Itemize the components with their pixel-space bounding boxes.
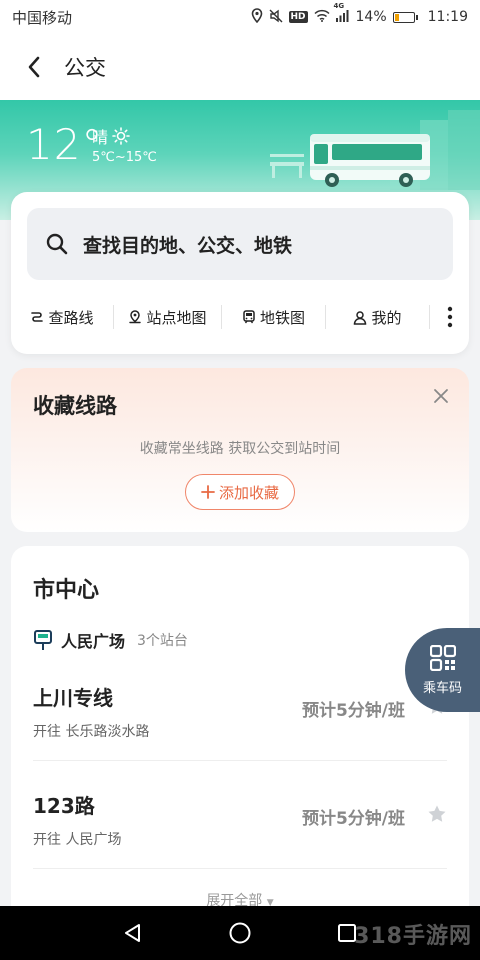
search-icon <box>46 233 68 255</box>
quick-link-route[interactable]: 查路线 <box>11 305 113 329</box>
route-eta: 预计5分钟/班 <box>301 809 405 829</box>
favorites-card: 收藏线路 收藏常坐线路 获取公交到站时间 添加收藏 <box>11 368 469 532</box>
page-title: 公交 <box>64 56 106 80</box>
favorites-hint: 收藏常坐线路 获取公交到站时间 <box>139 441 341 457</box>
quick-link-label: 我的 <box>371 308 402 327</box>
nav-back-button[interactable] <box>113 913 153 953</box>
plus-icon <box>201 485 215 499</box>
watermark: 318手游网 <box>354 924 472 949</box>
clock: 11:19 <box>427 9 468 25</box>
quick-link-label: 地铁图 <box>259 308 305 327</box>
route-item[interactable]: 123路 开往 人民广场 预计5分钟/班 <box>33 790 447 849</box>
route-destination: 开往 长乐路淡水路 <box>33 724 150 740</box>
qr-code-icon <box>429 644 456 671</box>
more-vertical-icon <box>447 306 452 328</box>
route-icon <box>31 312 44 322</box>
quick-link-mine[interactable]: 我的 <box>325 305 429 329</box>
search-placeholder: 查找目的地、公交、地铁 <box>83 234 293 257</box>
quick-link-subway-map[interactable]: 地铁图 <box>221 305 325 329</box>
station-header[interactable]: 人民广场 3个站台 <box>33 628 188 652</box>
add-favorite-label: 添加收藏 <box>218 483 279 502</box>
favorites-title: 收藏线路 <box>33 394 117 418</box>
nearby-card: 市中心 人民广场 3个站台 上川专线 开往 长乐路淡水路 预计5分钟/班 123… <box>11 546 469 926</box>
status-bar: 中国移动 HD 4G 14% 11:19 <box>0 0 480 34</box>
signal-icon: 4G <box>334 3 350 25</box>
nav-home-button[interactable] <box>220 913 260 953</box>
quick-links: 查路线 站点地图 地铁图 我的 <box>11 300 469 334</box>
battery-icon <box>392 11 418 23</box>
divider <box>33 760 447 761</box>
divider <box>33 868 447 869</box>
weather-condition: 晴 <box>92 124 130 148</box>
quick-link-label: 查路线 <box>48 308 94 327</box>
station-name: 人民广场 <box>61 632 126 651</box>
close-button[interactable] <box>431 386 451 406</box>
status-icons: HD 4G 14% 11:19 <box>251 3 468 26</box>
app-header: 公交 <box>0 34 480 100</box>
station-count: 3个站台 <box>137 633 188 649</box>
area-title: 市中心 <box>33 578 100 603</box>
person-icon <box>354 310 367 325</box>
route-destination: 开往 人民广场 <box>33 832 122 848</box>
route-item[interactable]: 上川专线 开往 长乐路淡水路 预计5分钟/班 <box>33 682 447 741</box>
quick-link-station-map[interactable]: 站点地图 <box>113 305 221 329</box>
chevron-left-icon <box>28 56 40 78</box>
close-icon <box>434 389 448 403</box>
bus-stop-icon <box>34 630 52 650</box>
location-icon <box>251 8 263 26</box>
condition-label: 晴 <box>92 128 109 147</box>
search-card: 查找目的地、公交、地铁 查路线 站点地图 地铁图 我的 <box>11 192 469 354</box>
search-input[interactable]: 查找目的地、公交、地铁 <box>27 208 453 280</box>
subway-icon <box>243 309 255 323</box>
temperature-range: 5℃~15℃ <box>92 150 157 165</box>
back-button[interactable] <box>22 55 46 79</box>
favorite-star-button[interactable] <box>427 804 447 824</box>
triangle-back-icon <box>125 924 141 942</box>
wifi-icon <box>313 9 330 25</box>
route-eta: 预计5分钟/班 <box>301 701 405 721</box>
more-options-button[interactable] <box>429 305 469 329</box>
carrier-name: 中国移动 <box>12 8 73 27</box>
map-pin-icon <box>129 309 142 323</box>
ride-code-button[interactable]: 乘车码 <box>405 628 480 712</box>
hd-badge: HD <box>288 11 308 23</box>
quick-link-label: 站点地图 <box>146 308 207 327</box>
network-type: 4G <box>333 2 345 10</box>
star-icon <box>428 805 446 822</box>
circle-home-icon <box>229 922 251 944</box>
battery-percent: 14% <box>355 9 387 25</box>
ride-code-label: 乘车码 <box>422 680 462 696</box>
add-favorite-button[interactable]: 添加收藏 <box>185 474 295 510</box>
mute-icon <box>269 9 283 26</box>
sun-icon <box>112 127 130 145</box>
